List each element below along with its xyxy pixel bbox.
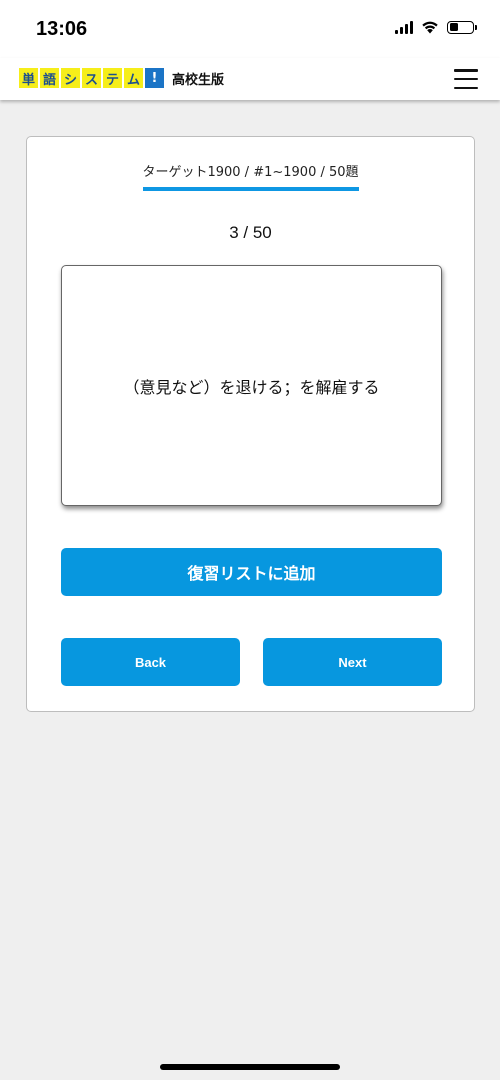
wifi-icon [422,21,438,34]
app-logo[interactable]: 単 語 シ ス テ ム ! 高校生版 [19,68,224,88]
logo-subtitle: 高校生版 [172,72,225,88]
status-icons [395,20,477,34]
app-header: 単 語 シ ス テ ム ! 高校生版 [0,58,500,100]
logo-char: 語 [40,68,59,88]
title-underline [143,187,359,191]
signal-icon [395,20,413,34]
next-button[interactable]: Next [263,638,442,686]
hamburger-menu-icon[interactable] [454,69,478,89]
battery-icon [447,20,477,34]
status-time: 13:06 [36,18,88,40]
status-bar: 13:06 [0,0,500,58]
flashcard[interactable]: （意見など）を退ける；を解雇する [61,265,442,506]
logo-char: テ [103,68,122,88]
quiz-card: ターゲット1900 / #1~1900 / 50題 3 / 50 （意見など）を… [26,136,475,712]
logo-char: ス [82,68,101,88]
logo-char: ム [124,68,143,88]
add-to-review-button[interactable]: 復習リストに追加 [61,548,442,596]
logo-char: シ [61,68,80,88]
deck-title: ターゲット1900 / #1~1900 / 50題 [142,165,359,180]
battery-level [449,23,459,31]
progress-counter: 3 / 50 [229,223,272,242]
back-button[interactable]: Back [61,638,240,686]
flashcard-text: （意見など）を退ける；を解雇する [123,377,380,397]
home-indicator[interactable] [160,1064,340,1070]
logo-char: ! [145,68,164,88]
logo-char: 単 [19,68,38,88]
